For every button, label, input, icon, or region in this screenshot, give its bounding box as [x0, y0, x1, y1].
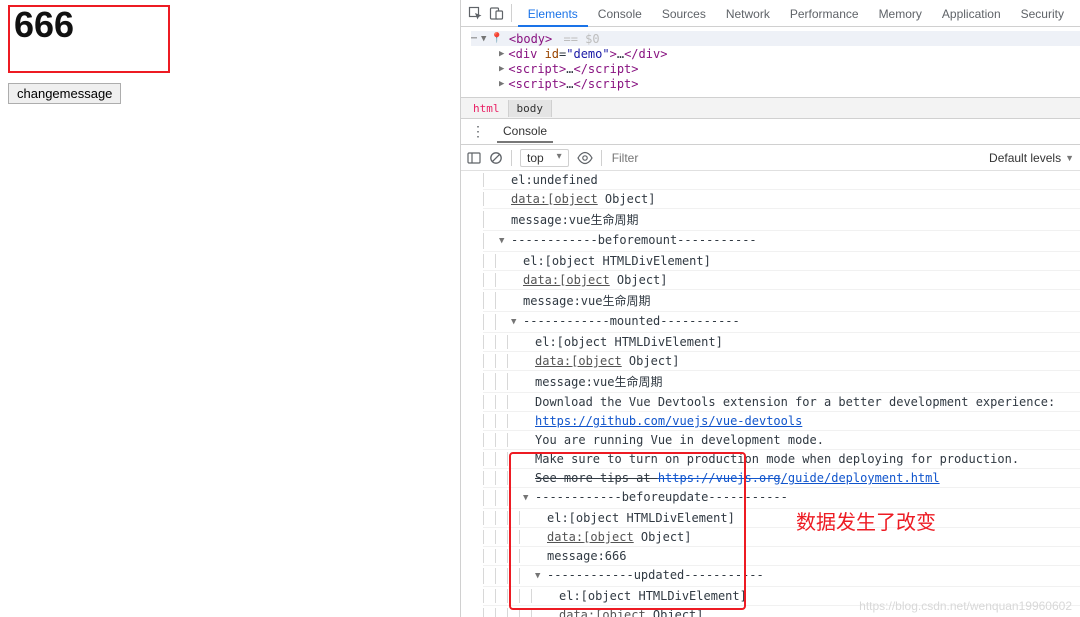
- chevron-down-icon: ▼: [1065, 153, 1074, 163]
- expand-arrow-icon: ▶: [499, 79, 504, 89]
- console-message[interactable]: data:[object Object]: [483, 271, 1080, 290]
- page-preview: 666 changemessage: [8, 5, 170, 104]
- panel-tab-memory[interactable]: Memory: [869, 2, 932, 27]
- expand-arrow-icon[interactable]: ▼: [499, 233, 511, 249]
- console-message-text: el:[object HTMLDivElement]: [535, 335, 723, 349]
- console-toolbar: top Default levels ▼: [461, 145, 1080, 171]
- elements-line-text: <script>…</script>: [508, 77, 638, 91]
- console-message-text: message:vue生命周期: [511, 211, 638, 228]
- elements-line[interactable]: ▶ <script>…</script>: [471, 61, 1080, 76]
- console-message-text: https://github.com/vuejs/vue-devtools: [535, 414, 802, 428]
- console-message-text: el:[object HTMLDivElement]: [523, 254, 711, 268]
- context-selector[interactable]: top: [520, 149, 569, 167]
- expand-arrow-icon: ▶: [499, 64, 504, 74]
- console-message-text: You are running Vue in development mode.: [535, 433, 824, 447]
- console-message[interactable]: el:[object HTMLDivElement]: [483, 252, 1080, 271]
- console-message[interactable]: message:vue生命周期: [483, 290, 1080, 312]
- separator: [511, 150, 512, 166]
- panel-tabs: ElementsConsoleSourcesNetworkPerformance…: [518, 0, 1074, 27]
- console-message-text: data:[object Object]: [511, 192, 656, 206]
- expand-arrow-icon: ▶: [499, 49, 504, 59]
- expand-arrow-icon: [511, 292, 523, 309]
- expand-arrow-icon: [499, 211, 511, 228]
- drawer-tab-console[interactable]: Console: [497, 120, 553, 143]
- panel-tab-security[interactable]: Security: [1011, 2, 1074, 27]
- console-message[interactable]: You are running Vue in development mode.: [483, 431, 1080, 450]
- console-message-text: ------------beforemount-----------: [511, 233, 757, 249]
- panel-tab-application[interactable]: Application: [932, 2, 1011, 27]
- expand-arrow-icon: [499, 192, 511, 206]
- device-icon[interactable]: [488, 3, 505, 23]
- console-filter-input[interactable]: [610, 150, 760, 166]
- console-message-text: el:undefined: [511, 173, 598, 187]
- console-message[interactable]: data:[object Object]: [483, 352, 1080, 371]
- log-levels-label: Default levels: [989, 151, 1061, 165]
- drawer-header: ⋮ Console: [461, 119, 1080, 145]
- elements-line[interactable]: ▶ <script>…</script>: [471, 76, 1080, 91]
- elements-selected-line[interactable]: ⋯ ▼ 📍 <body> == $0: [471, 31, 1080, 46]
- console-message[interactable]: message:vue生命周期: [483, 371, 1080, 393]
- clear-console-icon[interactable]: [489, 151, 503, 165]
- output-box: 666: [8, 5, 170, 73]
- log-levels-selector[interactable]: Default levels ▼: [989, 151, 1074, 165]
- expand-arrow-icon: [511, 254, 523, 268]
- elements-tree[interactable]: ⋯ ▼ 📍 <body> == $0 ▶ <div id="demo">…</di…: [461, 27, 1080, 97]
- console-message[interactable]: el:undefined: [483, 171, 1080, 190]
- console-message[interactable]: Download the Vue Devtools extension for …: [483, 393, 1080, 412]
- elements-line-text: <script>…</script>: [508, 62, 638, 76]
- console-message[interactable]: message:vue生命周期: [483, 209, 1080, 231]
- console-sidebar-toggle-icon[interactable]: [467, 151, 481, 165]
- elements-line[interactable]: ▶ <div id="demo">…</div>: [471, 46, 1080, 61]
- expand-arrow-icon: [523, 433, 535, 447]
- separator: [511, 4, 512, 22]
- annotation-text: 数据发生了改变: [796, 506, 936, 535]
- console-message[interactable]: ▼------------mounted-----------: [483, 312, 1080, 333]
- console-message-text: data:[object Object]: [523, 273, 668, 287]
- expand-arrow-icon: [523, 395, 535, 409]
- console-message[interactable]: data:[object Object]: [483, 190, 1080, 209]
- collapse-dots-icon: ⋯: [471, 33, 477, 44]
- console-message-text: data:[object Object]: [535, 354, 680, 368]
- panel-tab-sources[interactable]: Sources: [652, 2, 716, 27]
- console-message[interactable]: ▼------------beforemount-----------: [483, 231, 1080, 252]
- elements-selected-text: <body> == $0: [509, 32, 600, 46]
- inspect-icon[interactable]: [467, 3, 484, 23]
- change-message-button[interactable]: changemessage: [8, 83, 121, 104]
- console-message[interactable]: https://github.com/vuejs/vue-devtools: [483, 412, 1080, 431]
- console-message-text: message:vue生命周期: [523, 292, 650, 309]
- breadcrumb-html[interactable]: html: [465, 100, 509, 117]
- panel-tab-performance[interactable]: Performance: [780, 2, 869, 27]
- eye-icon[interactable]: [577, 151, 593, 165]
- expand-arrow-icon: [499, 173, 511, 187]
- pin-icon: 📍: [490, 33, 502, 44]
- elements-breadcrumb: htmlbody: [461, 97, 1080, 119]
- devtools: ElementsConsoleSourcesNetworkPerformance…: [460, 0, 1080, 617]
- panel-tab-network[interactable]: Network: [716, 2, 780, 27]
- expand-arrow-icon: [523, 414, 535, 428]
- expand-arrow-icon[interactable]: ▼: [511, 314, 523, 330]
- panel-tab-console[interactable]: Console: [588, 2, 652, 27]
- expand-arrow-icon: [523, 373, 535, 390]
- expand-arrow-icon: [511, 273, 523, 287]
- watermark-text: https://blog.csdn.net/wenquan19960602: [859, 599, 1072, 613]
- breadcrumb-body[interactable]: body: [509, 100, 553, 117]
- annotation-highlight-box: [509, 452, 746, 610]
- separator: [601, 150, 602, 166]
- expand-arrow-icon: [523, 335, 535, 349]
- elements-line-text: <div id="demo">…</div>: [508, 47, 667, 61]
- console-output[interactable]: el:undefined data:[object Object] message:…: [461, 171, 1080, 617]
- console-message-text: ------------mounted-----------: [523, 314, 740, 330]
- console-message-text: Download the Vue Devtools extension for …: [535, 395, 1055, 409]
- drawer-menu-icon[interactable]: ⋮: [465, 123, 491, 140]
- panel-tab-elements[interactable]: Elements: [518, 2, 588, 27]
- expand-arrow-icon: ▼: [481, 34, 486, 44]
- devtools-topbar: ElementsConsoleSourcesNetworkPerformance…: [461, 0, 1080, 27]
- output-value: 666: [14, 4, 74, 45]
- expand-arrow-icon: [523, 354, 535, 368]
- console-message[interactable]: el:[object HTMLDivElement]: [483, 333, 1080, 352]
- console-message-text: message:vue生命周期: [535, 373, 662, 390]
